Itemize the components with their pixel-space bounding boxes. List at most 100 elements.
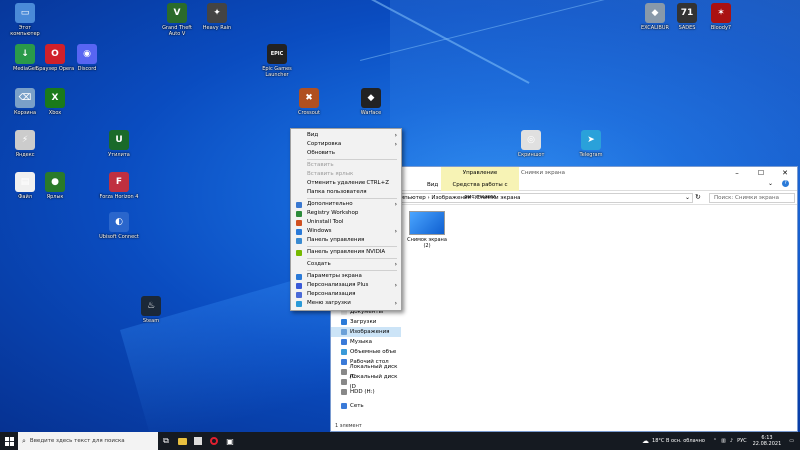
navigation-pane: Документы Загрузки Изображения Музыка Объемн…	[331, 307, 401, 411]
taskbar-app[interactable]: ▣	[222, 432, 238, 450]
app-icon: X	[45, 88, 65, 108]
nav-item[interactable]: Музыка	[331, 337, 401, 347]
context-menu-item[interactable]: Персонализация	[291, 290, 401, 299]
task-view-button[interactable]: ⧉	[158, 432, 174, 450]
taskbar-explorer[interactable]	[174, 432, 190, 450]
desktop-icon[interactable]: EPIC Epic Games Launcher	[256, 44, 298, 78]
notifications-icon[interactable]: ▭	[789, 438, 794, 444]
desktop-icon-label: Утилита	[108, 152, 130, 158]
network-icon[interactable]: ▥	[721, 438, 726, 444]
context-menu-item[interactable]: Меню загрузки ›	[291, 299, 401, 308]
desktop-icon[interactable]: F Forza Horizon 4	[98, 172, 140, 200]
desktop-icon[interactable]: V Grand Theft Auto V	[156, 3, 198, 37]
image-thumbnail	[409, 211, 445, 235]
clock[interactable]: 6:13 22.08.2021	[749, 435, 790, 447]
context-menu-item[interactable]: Сортировка ›	[291, 140, 401, 149]
nav-item-label: Изображения	[350, 329, 390, 335]
context-menu-item[interactable]: Дополнительно ›	[291, 200, 401, 209]
nav-item[interactable]: Загрузки	[331, 317, 401, 327]
nav-item-label: Загрузки	[350, 319, 377, 325]
app-icon: ↓	[15, 44, 35, 64]
desktop-icon-label: Bloody7	[710, 25, 732, 31]
taskbar-opera[interactable]	[206, 432, 222, 450]
app-icon: ✖	[299, 88, 319, 108]
menu-item-label: Registry Workshop	[307, 210, 359, 216]
nav-item[interactable]: Изображения	[331, 327, 401, 337]
desktop-icon[interactable]: ◎ Скриншот	[510, 130, 552, 158]
nav-item[interactable]: Локальный диск (D	[331, 374, 401, 390]
nav-item[interactable]: HDD (H:)	[331, 387, 401, 397]
desktop[interactable]: ▭ Этот компьютер V Grand Theft Auto V ✦ Heavy…	[0, 0, 800, 432]
context-menu-item[interactable]: Вид ›	[291, 131, 401, 140]
desktop-icon[interactable]: ✦ Heavy Rain	[196, 3, 238, 31]
ribbon-tab-view[interactable]: Вид	[427, 179, 438, 191]
context-menu-item[interactable]: Создать ›	[291, 260, 401, 269]
minimize-icon[interactable]: –	[725, 167, 749, 179]
desktop-icon-label: Crossout	[298, 110, 320, 116]
taskbar: ⌕ Введите здесь текст для поиска ⧉ ▣ ☁ 1…	[0, 432, 800, 450]
volume-icon[interactable]: ♪	[730, 438, 733, 444]
context-menu-item[interactable]: Персонализация Plus ›	[291, 281, 401, 290]
desktop-icon[interactable]: ◆ Warface	[350, 88, 392, 116]
cloud-icon: ☁	[642, 437, 650, 445]
menu-item-shortcut: CTRL+Z	[366, 180, 389, 186]
nav-item[interactable]: Объемные объе	[331, 347, 401, 357]
start-button[interactable]	[0, 432, 18, 450]
desktop-icon[interactable]: ✶ Bloody7	[700, 3, 742, 31]
context-menu-item[interactable]: Windows ›	[291, 227, 401, 236]
context-menu-item[interactable]: Панель управления	[291, 236, 401, 245]
menu-item-icon	[296, 229, 302, 235]
desktop-icon[interactable]: U Утилита	[98, 130, 140, 158]
desktop-icon[interactable]: ▭ Этот компьютер	[4, 3, 46, 37]
chevron-down-icon[interactable]: ⌄	[685, 194, 690, 201]
taskbar-search-input[interactable]: ⌕ Введите здесь текст для поиска	[18, 432, 158, 450]
file-name: Снимок экрана (2)	[407, 237, 447, 249]
chevron-right-icon: ›	[394, 141, 397, 148]
context-menu-item[interactable]: Обновить	[291, 149, 401, 158]
window-title: Снимки экрана	[521, 170, 565, 176]
nav-item-label: Музыка	[350, 339, 372, 345]
menu-separator	[307, 270, 397, 271]
desktop-icon[interactable]: ◉ Discord	[66, 44, 108, 72]
context-menu-item[interactable]: Uninstall Tool	[291, 218, 401, 227]
context-menu-item[interactable]: Параметры экрана	[291, 272, 401, 281]
app-icon: U	[109, 130, 129, 150]
file-list[interactable]: Снимок экрана (2)	[401, 207, 797, 421]
language-indicator[interactable]: РУС	[737, 438, 747, 444]
chevron-right-icon: ›	[394, 282, 397, 289]
nav-item[interactable]: Сеть	[331, 401, 401, 411]
context-menu-item[interactable]: Панель управления NVIDIA	[291, 248, 401, 257]
taskbar-store[interactable]	[190, 432, 206, 450]
search-input[interactable]: Поиск: Снимки экрана	[709, 193, 795, 203]
context-menu-item[interactable]: Папка пользователя	[291, 188, 401, 197]
folder-icon	[341, 359, 347, 365]
menu-item-label: Персонализация Plus	[307, 282, 369, 288]
context-menu-item[interactable]: Registry Workshop	[291, 209, 401, 218]
desktop-icon[interactable]: ♨ Steam	[130, 296, 172, 324]
desktop-icon[interactable]: ➤ Telegram	[570, 130, 612, 158]
ribbon-tab-picture-tools[interactable]: Средства работы с рисунками	[441, 179, 519, 200]
refresh-icon[interactable]: ↻	[695, 193, 701, 201]
menu-item-icon	[296, 250, 302, 256]
file-item[interactable]: Снимок экрана (2)	[405, 211, 449, 249]
help-icon[interactable]: ?	[782, 180, 789, 187]
desktop-icon[interactable]: ◐ Ubisoft Connect	[98, 212, 140, 240]
chevron-down-icon[interactable]: ⌄	[768, 180, 773, 187]
close-icon[interactable]: ✕	[773, 167, 797, 179]
chevron-up-icon[interactable]: ⌃	[713, 438, 717, 444]
store-icon	[194, 437, 202, 445]
address-path[interactable]: мпьютер › Изображения › Снимки экрана	[393, 193, 693, 203]
context-menu-item[interactable]: Отменить удаление CTRL+Z	[291, 179, 401, 188]
menu-item-label: Персонализация	[307, 291, 356, 297]
app-icon: ◆	[645, 3, 665, 23]
menu-item-label: Сортировка	[307, 141, 342, 147]
desktop-icon[interactable]: ⚡ Яндекс	[4, 130, 46, 158]
maximize-icon[interactable]: ☐	[749, 167, 773, 179]
folder-icon	[341, 403, 347, 409]
desktop-icon[interactable]: ✖ Crossout	[288, 88, 330, 116]
desktop-icon[interactable]: X Xbox	[34, 88, 76, 116]
ribbon-context-tab-manage[interactable]: Управление	[441, 167, 519, 179]
app-icon: ✦	[207, 3, 227, 23]
desktop-icon[interactable]: ● Ярлык	[34, 172, 76, 200]
weather-text[interactable]: 18°C В осн. облачно	[652, 438, 705, 444]
